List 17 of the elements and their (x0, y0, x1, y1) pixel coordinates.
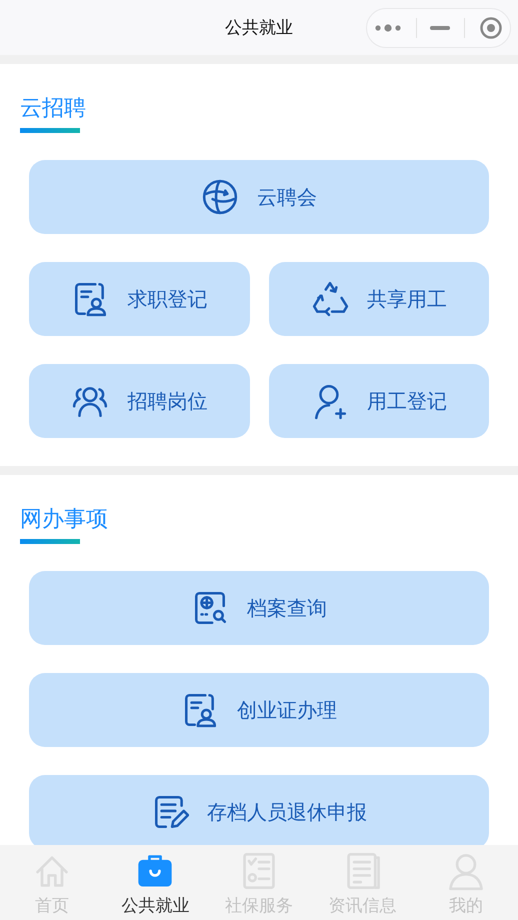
service-button[interactable]: 档案查询 (29, 571, 489, 645)
service-button[interactable]: 求职登记 (29, 262, 250, 336)
close-icon[interactable] (479, 16, 504, 40)
globe-icon (201, 178, 239, 216)
service-button[interactable]: 共享用工 (268, 262, 489, 336)
title-underline (20, 539, 80, 544)
more-icon[interactable] (374, 22, 402, 32)
recycle-icon (310, 280, 349, 318)
minimize-icon[interactable] (430, 24, 450, 30)
window-title: 公共就业 (225, 17, 293, 39)
service-button[interactable]: 用工登记 (268, 364, 489, 438)
service-button[interactable]: 创业证办理 (29, 673, 489, 747)
section-title: 云招聘 (20, 95, 87, 123)
title-underline (20, 128, 80, 133)
service-button[interactable]: 招聘岗位 (29, 364, 250, 438)
section-title: 网办事项 (20, 506, 109, 534)
service-button[interactable]: 云聘会 (29, 160, 489, 234)
